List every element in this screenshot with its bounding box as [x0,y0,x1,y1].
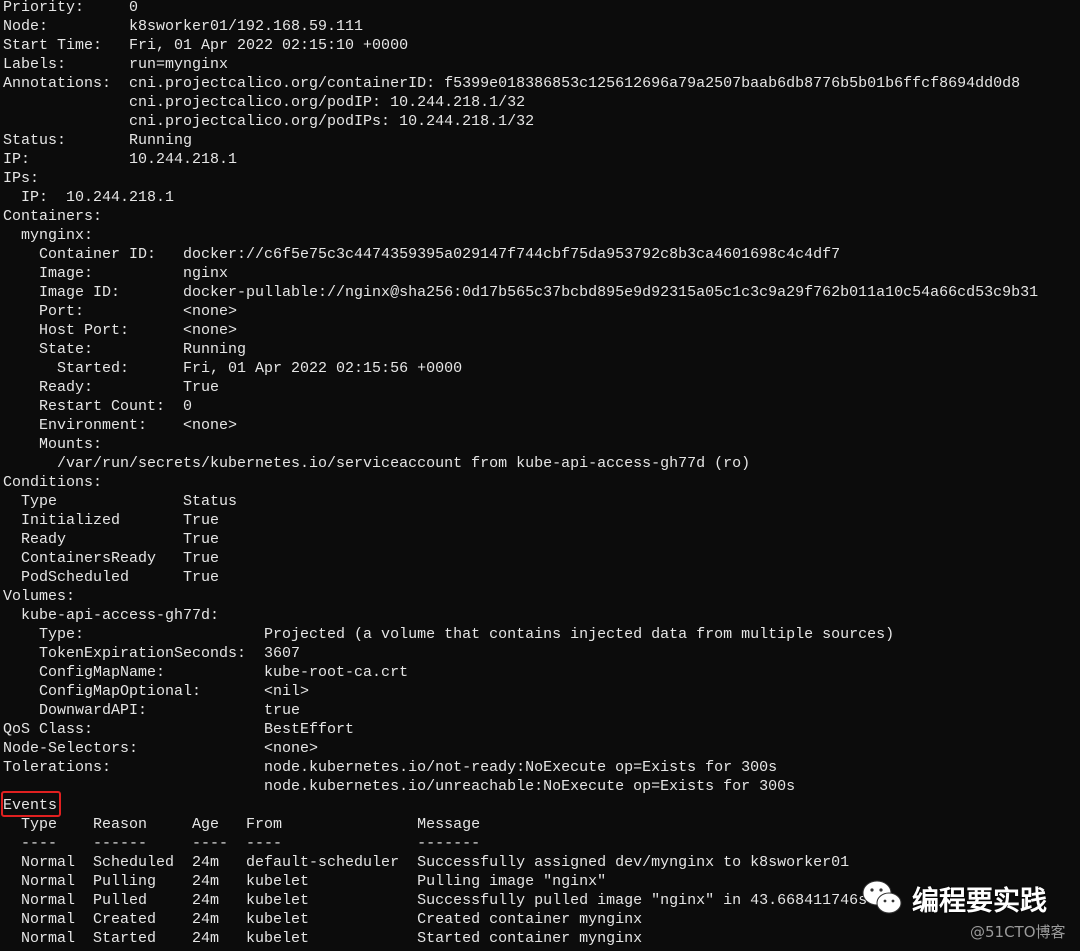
output-line: mynginx: [3,227,94,244]
terminal-output: Priority: 0 Node: k8sworker01/192.168.59.… [3,0,1038,948]
output-line: Host Port: <none> [3,322,238,339]
events-table-divider: ---- ------ ---- ---- ------- [3,835,481,852]
output-line: cni.projectcalico.org/podIP: 10.244.218.… [3,94,526,111]
output-line: Initialized True [3,512,220,529]
output-line: Labels: run=mynginx [3,56,229,73]
output-line: IPs: [3,170,40,187]
output-line: IP: 10.244.218.1 [3,189,175,206]
output-line: Container ID: docker://c6f5e75c3c4474359… [3,246,841,263]
wechat-icon [862,880,902,914]
output-line: Image: nginx [3,265,229,282]
output-line: Containers: [3,208,103,225]
output-line: Port: <none> [3,303,238,320]
output-line: Node-Selectors: <none> [3,740,319,757]
events-highlight-box [1,791,61,817]
output-line: IP: 10.244.218.1 [3,151,238,168]
output-line: cni.projectcalico.org/podIPs: 10.244.218… [3,113,535,130]
describe-output: Priority: 0 Node: k8sworker01/192.168.59.… [3,0,1038,796]
output-line: State: Running [3,341,247,358]
output-line: Ready: True [3,379,220,396]
event-row: Normal Started 24m kubelet Started conta… [3,930,643,947]
output-line: Restart Count: 0 [3,398,193,415]
output-line: Start Time: Fri, 01 Apr 2022 02:15:10 +0… [3,37,409,54]
output-line: Conditions: [3,474,103,491]
watermark-name: 编程要实践 [912,885,1047,917]
output-line: Started: Fri, 01 Apr 2022 02:15:56 +0000 [3,360,463,377]
output-line: Type Status [3,493,238,510]
watermark-source: @51CTO博客 [970,923,1066,941]
output-line: Ready True [3,531,220,548]
output-line: ConfigMapName: kube-root-ca.crt [3,664,409,681]
output-line: QoS Class: BestEffort [3,721,355,738]
events-heading: Events [3,797,58,814]
output-line: Type: Projected (a volume that contains … [3,626,895,643]
output-line: PodScheduled True [3,569,220,586]
output-line: Mounts: [3,436,103,453]
output-line: TokenExpirationSeconds: 3607 [3,645,301,662]
output-line: /var/run/secrets/kubernetes.io/serviceac… [3,455,751,472]
output-line: Node: k8sworker01/192.168.59.111 [3,18,364,35]
output-line: ConfigMapOptional: <nil> [3,683,310,700]
output-line: Environment: <none> [3,417,238,434]
output-line: ContainersReady True [3,550,220,567]
output-line: Priority: 0 [3,0,139,16]
output-line: Image ID: docker-pullable://nginx@sha256… [3,284,1039,301]
event-row: Normal Scheduled 24m default-scheduler S… [3,854,850,871]
events-table-header: Type Reason Age From Message [3,816,481,833]
output-line: Annotations: cni.projectcalico.org/conta… [3,75,1021,92]
output-line: node.kubernetes.io/unreachable:NoExecute… [3,778,796,795]
watermark: 编程要实践 [860,878,1047,918]
output-line: DownwardAPI: true [3,702,301,719]
output-line: Status: Running [3,132,193,149]
output-line: kube-api-access-gh77d: [3,607,220,624]
output-line: Volumes: [3,588,76,605]
output-line: Tolerations: node.kubernetes.io/not-read… [3,759,778,776]
